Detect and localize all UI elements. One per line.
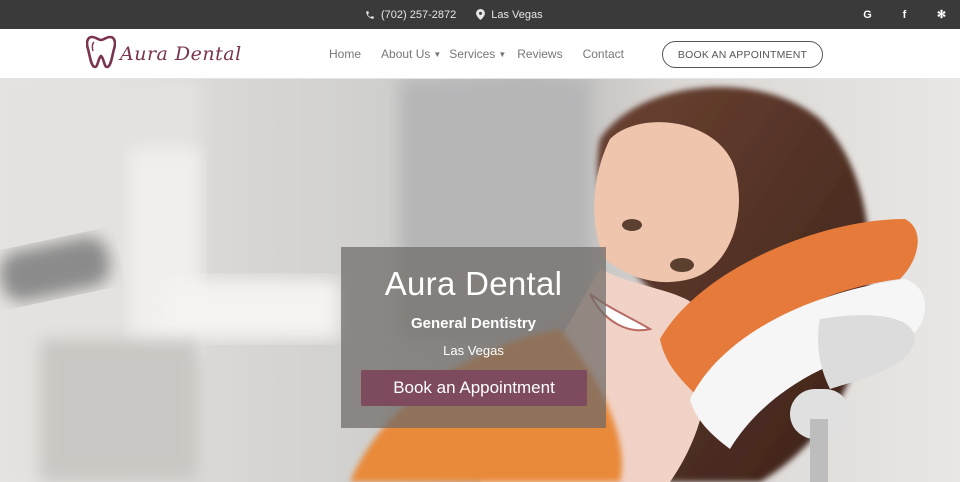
nav-label: About Us — [381, 47, 431, 61]
hero-overlay-card: Aura Dental General Dentistry Las Vegas … — [341, 247, 606, 428]
caret-down-icon: ▼ — [498, 49, 507, 59]
phone-number: (702) 257-2872 — [381, 8, 457, 21]
hero-banner: Aura Dental General Dentistry Las Vegas … — [0, 79, 960, 482]
phone-link[interactable]: (702) 257-2872 — [365, 9, 456, 21]
hero-location: Las Vegas — [443, 343, 504, 358]
google-icon[interactable]: G — [849, 9, 886, 21]
caret-down-icon: ▼ — [433, 49, 442, 59]
nav-item-services[interactable]: Services ▼ — [449, 47, 506, 61]
nav-item-reviews[interactable]: Reviews — [517, 47, 562, 61]
map-pin-icon — [476, 9, 486, 20]
hero-book-appointment-button[interactable]: Book an Appointment — [361, 370, 587, 406]
nav-label: Reviews — [517, 47, 563, 61]
contact-info: (702) 257-2872 Las Vegas — [365, 0, 557, 29]
tooth-logo-icon — [85, 34, 117, 75]
yelp-icon[interactable]: ✻ — [923, 8, 960, 21]
main-navbar: Aura Dental Home About Us ▼ Services ▼ R… — [0, 29, 960, 79]
site-logo[interactable]: Aura Dental — [85, 34, 242, 75]
nav-item-about-us[interactable]: About Us ▼ — [381, 47, 441, 61]
nav-item-contact[interactable]: Contact — [583, 47, 624, 61]
phone-icon — [365, 10, 375, 20]
primary-nav: Home About Us ▼ Services ▼ Reviews Conta… — [329, 29, 624, 79]
location-text: Las Vegas — [491, 8, 543, 21]
hero-title: Aura Dental — [384, 265, 563, 302]
nav-item-home[interactable]: Home — [329, 47, 361, 61]
brand-name: Aura Dental — [120, 43, 242, 65]
top-bar: (702) 257-2872 Las Vegas G f ✻ — [0, 0, 960, 29]
social-links: G f ✻ — [849, 0, 960, 29]
book-appointment-button[interactable]: BOOK AN APPOINTMENT — [662, 41, 823, 68]
nav-label: Home — [329, 47, 362, 61]
facebook-icon[interactable]: f — [886, 9, 923, 21]
hero-subtitle: General Dentistry — [410, 315, 537, 332]
location-link[interactable]: Las Vegas — [476, 8, 543, 21]
nav-label: Contact — [582, 47, 624, 61]
nav-label: Services — [449, 47, 496, 61]
